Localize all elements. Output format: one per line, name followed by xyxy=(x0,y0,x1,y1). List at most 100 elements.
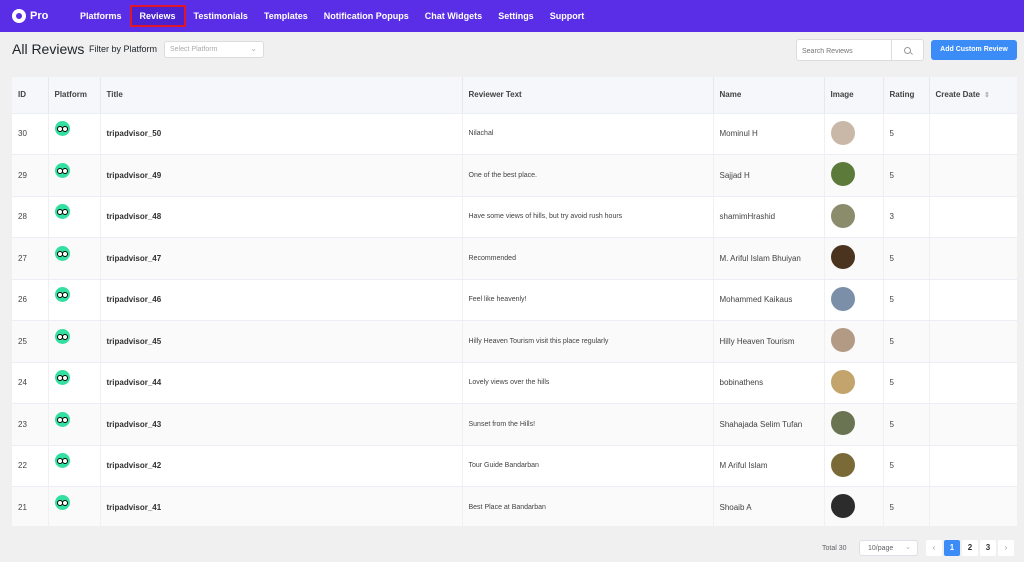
cell-reviewer-text: One of the best place. xyxy=(462,154,714,197)
tripadvisor-icon xyxy=(54,204,70,220)
cell-title: tripadvisor_42 xyxy=(100,445,463,487)
cell-id: 27 xyxy=(12,237,49,280)
cell-platform xyxy=(48,320,101,363)
cell-rating: 5 xyxy=(883,113,930,155)
avatar xyxy=(830,203,855,228)
chevron-down-icon: ⌄ xyxy=(905,544,911,551)
column-header-rating: Rating xyxy=(883,77,930,114)
cell-id: 29 xyxy=(12,154,49,197)
cell-platform xyxy=(48,237,101,280)
nav-item-chat-widgets[interactable]: Chat Widgets xyxy=(417,5,490,27)
page-button-3[interactable]: 3 xyxy=(980,540,996,556)
page-title: All Reviews xyxy=(12,41,85,57)
nav-item-settings[interactable]: Settings xyxy=(490,5,542,27)
cell-rating: 5 xyxy=(883,445,930,487)
cell-platform xyxy=(48,279,101,321)
avatar xyxy=(830,120,855,145)
avatar xyxy=(830,452,855,477)
total-count: Total 30 xyxy=(822,545,847,552)
cell-title: tripadvisor_41 xyxy=(100,486,463,526)
nav-menu: Platforms Reviews Testimonials Templates Not… xyxy=(72,0,592,32)
table-row[interactable]: 30 tripadvisor_50 Nilachal Mominul H 5 xyxy=(12,113,1017,155)
cell-image xyxy=(824,154,884,197)
next-page-button[interactable]: › xyxy=(998,540,1014,556)
page-button-1[interactable]: 1 xyxy=(944,540,960,556)
cell-create-date xyxy=(929,362,1017,404)
cell-platform xyxy=(48,154,101,197)
cell-create-date xyxy=(929,403,1017,446)
cell-rating: 5 xyxy=(883,403,930,446)
table-row[interactable]: 26 tripadvisor_46 Feel like heavenly! Moham… xyxy=(12,279,1017,321)
cell-id: 28 xyxy=(12,196,49,238)
cell-platform xyxy=(48,362,101,404)
add-custom-review-button[interactable]: Add Custom Review xyxy=(931,40,1017,60)
avatar xyxy=(830,328,855,353)
cell-reviewer-text: Have some views of hills, but try avoid … xyxy=(462,196,714,238)
nav-item-platforms[interactable]: Platforms xyxy=(72,5,130,27)
table-row[interactable]: 21 tripadvisor_41 Best Place at Bandarban S… xyxy=(12,486,1017,526)
cell-id: 26 xyxy=(12,279,49,321)
table-row[interactable]: 22 tripadvisor_42 Tour Guide Bandarban M Ar… xyxy=(12,445,1017,487)
column-header-platform: Platform xyxy=(48,77,101,114)
nav-item-templates[interactable]: Templates xyxy=(256,5,316,27)
top-navbar: Pro Platforms Reviews Testimonials Template… xyxy=(0,0,1024,32)
prev-page-button[interactable]: ‹ xyxy=(926,540,942,556)
cell-rating: 5 xyxy=(883,154,930,197)
cell-title: tripadvisor_48 xyxy=(100,196,463,238)
page-size-select[interactable]: 10/page ⌄ xyxy=(859,540,918,556)
cell-reviewer-text: Lovely views over the hills xyxy=(462,362,714,404)
table-row[interactable]: 29 tripadvisor_49 One of the best place. Sa… xyxy=(12,154,1017,197)
search-icon xyxy=(904,46,911,54)
cell-image xyxy=(824,445,884,487)
cell-create-date xyxy=(929,279,1017,321)
cell-image xyxy=(824,320,884,363)
cell-reviewer-text: Nilachal xyxy=(462,113,714,155)
cell-reviewer-text: Recommended xyxy=(462,237,714,280)
avatar xyxy=(830,286,855,311)
search-box xyxy=(796,39,924,62)
nav-item-notification-popups[interactable]: Notification Popups xyxy=(316,5,417,27)
cell-title: tripadvisor_47 xyxy=(100,237,463,280)
nav-item-testimonials[interactable]: Testimonials xyxy=(186,5,256,27)
column-header-id: ID xyxy=(12,77,49,114)
cell-reviewer-text: Feel like heavenly! xyxy=(462,279,714,321)
cell-id: 23 xyxy=(12,403,49,446)
tripadvisor-icon xyxy=(54,245,70,261)
cell-rating: 5 xyxy=(883,237,930,280)
nav-item-support[interactable]: Support xyxy=(542,5,593,27)
logo-icon xyxy=(12,9,26,23)
cell-create-date xyxy=(929,237,1017,280)
search-button[interactable] xyxy=(891,40,923,60)
cell-rating: 5 xyxy=(883,486,930,526)
cell-rating: 5 xyxy=(883,279,930,321)
column-header-create-date[interactable]: Create Date ⇕ xyxy=(929,77,1017,114)
page-button-2[interactable]: 2 xyxy=(962,540,978,556)
nav-item-reviews[interactable]: Reviews xyxy=(129,5,186,27)
table-row[interactable]: 28 tripadvisor_48 Have some views of hills… xyxy=(12,196,1017,238)
table-row[interactable]: 25 tripadvisor_45 Hilly Heaven Tourism vis… xyxy=(12,320,1017,363)
table-row[interactable]: 24 tripadvisor_44 Lovely views over the hi… xyxy=(12,362,1017,404)
create-date-label: Create Date xyxy=(935,90,980,100)
cell-image xyxy=(824,113,884,155)
table-row[interactable]: 23 tripadvisor_43 Sunset from the Hills! Sh… xyxy=(12,403,1017,446)
cell-create-date xyxy=(929,486,1017,526)
cell-create-date xyxy=(929,154,1017,197)
cell-platform xyxy=(48,196,101,238)
cell-image xyxy=(824,486,884,526)
sort-icon[interactable]: ⇕ xyxy=(984,91,990,99)
cell-platform xyxy=(48,113,101,155)
table-row[interactable]: 27 tripadvisor_47 Recommended M. Ariful Isl… xyxy=(12,237,1017,280)
cell-image xyxy=(824,403,884,446)
brand[interactable]: Pro xyxy=(12,9,72,23)
platform-filter-select[interactable]: Select Platform ⌄ xyxy=(164,41,264,58)
cell-create-date xyxy=(929,113,1017,155)
cell-name: bobinathens xyxy=(713,362,825,404)
avatar xyxy=(830,162,855,187)
page-size-value: 10/page xyxy=(868,545,894,552)
cell-image xyxy=(824,237,884,280)
avatar xyxy=(830,245,855,270)
cell-id: 25 xyxy=(12,320,49,363)
cell-create-date xyxy=(929,320,1017,363)
cell-id: 21 xyxy=(12,486,49,526)
search-input[interactable] xyxy=(797,41,891,62)
